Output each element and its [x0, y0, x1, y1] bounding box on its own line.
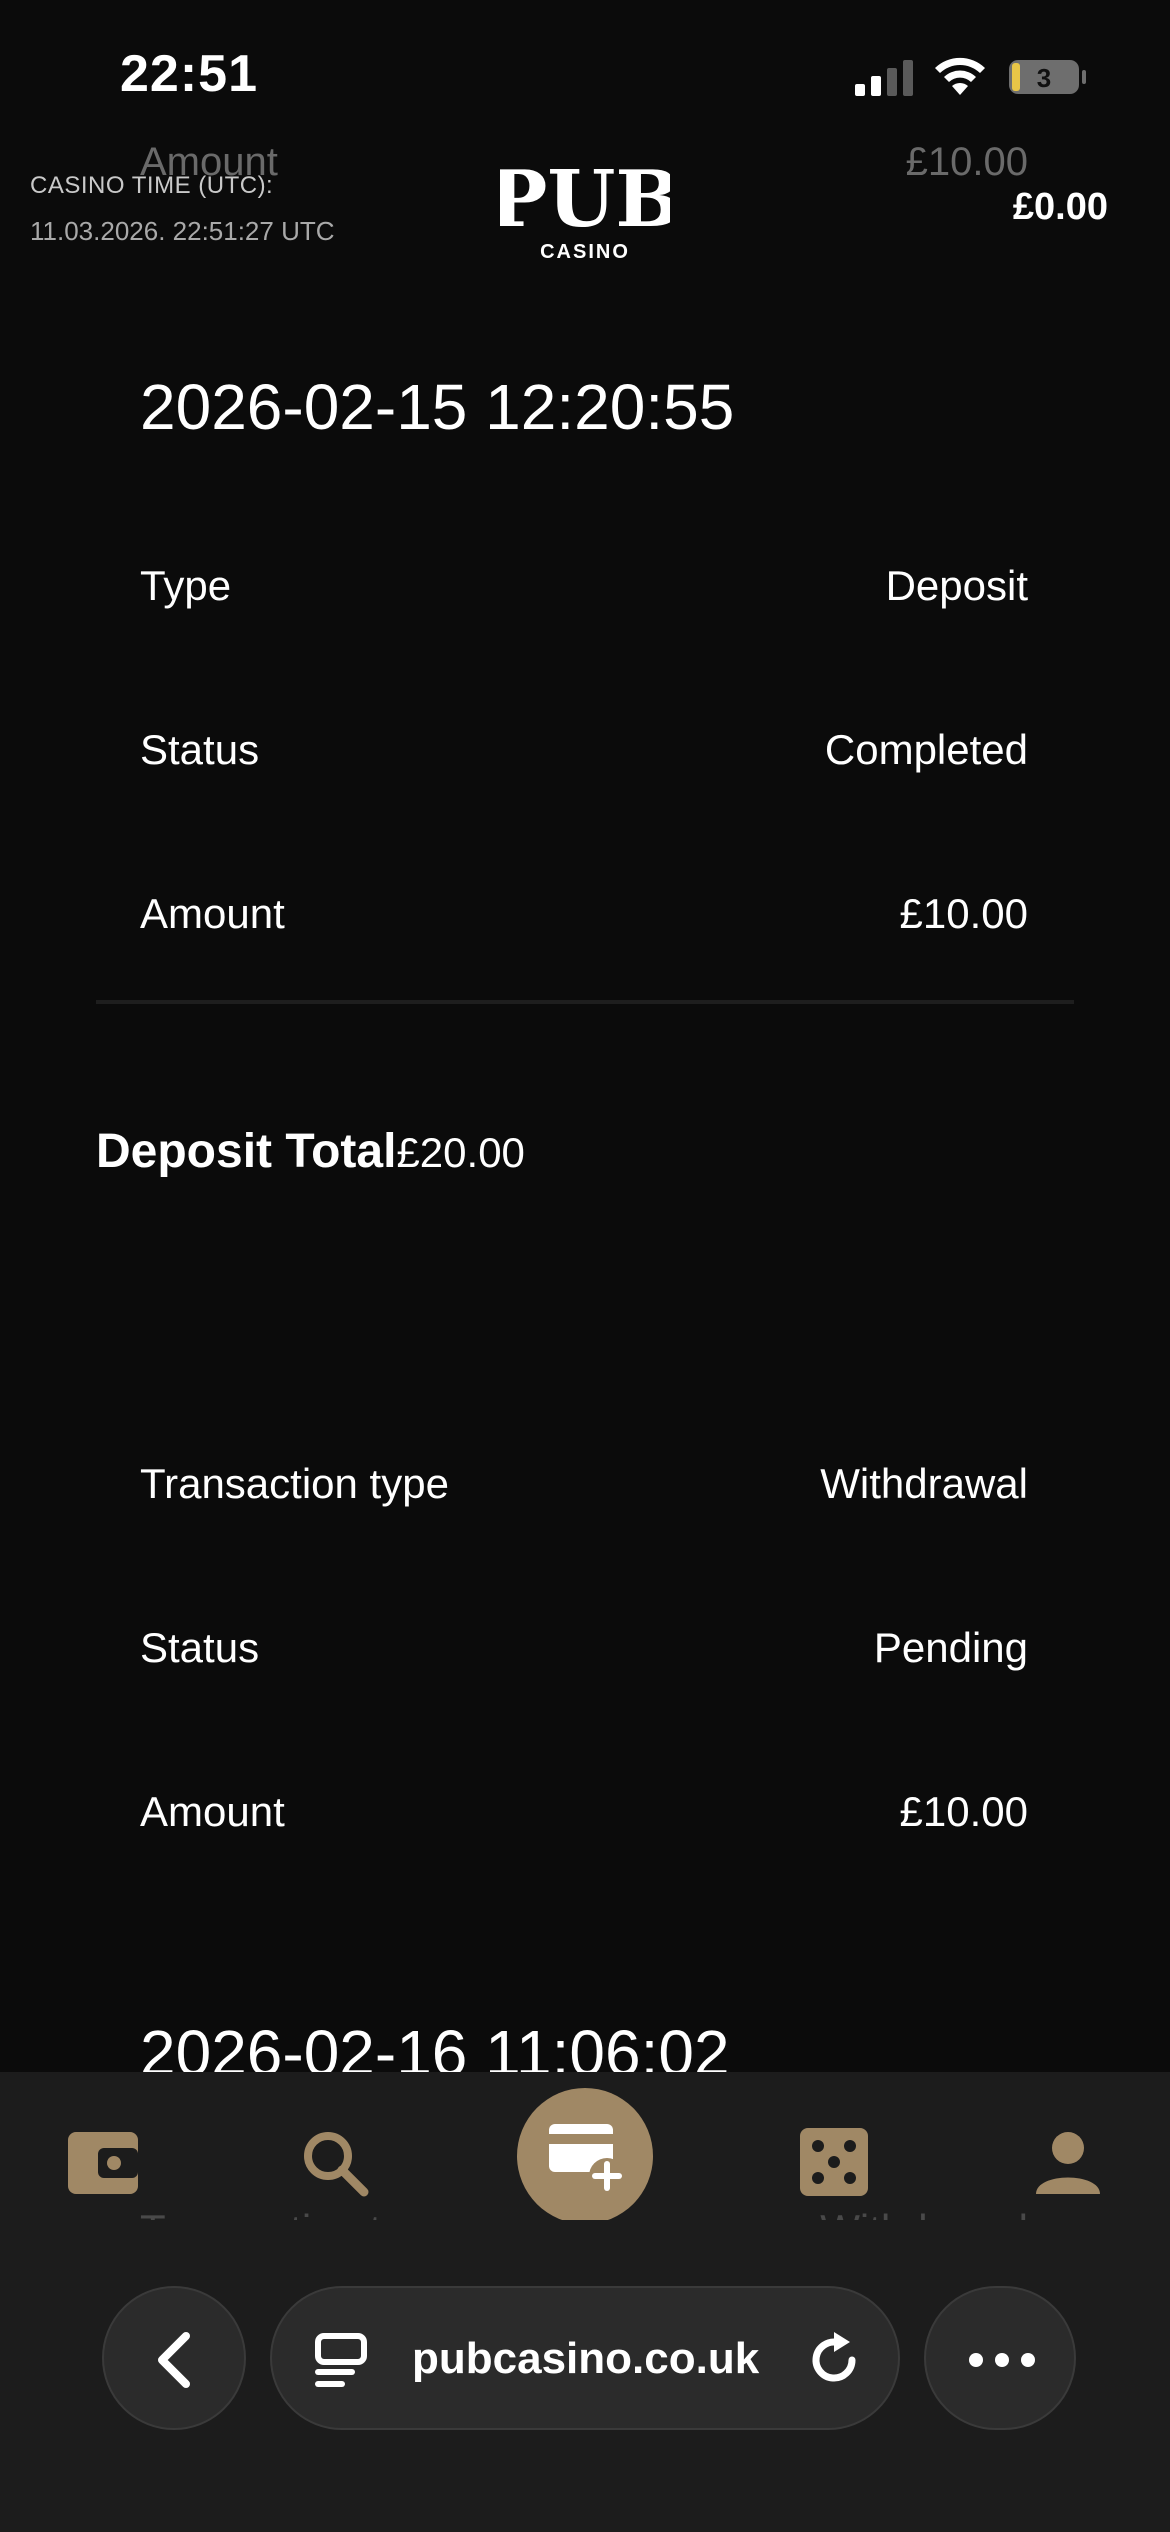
profile-icon[interactable] — [1028, 2122, 1108, 2202]
cellular-signal-icon — [855, 60, 913, 96]
withdrawal-row-amount: Amount £10.00 — [140, 1788, 1028, 1848]
logo-text: PUB — [500, 154, 670, 245]
transaction-row-amount: Amount £10.00 — [140, 890, 1028, 950]
page-menu-icon[interactable] — [312, 2330, 372, 2390]
row-label: Status — [140, 726, 260, 773]
section-divider — [96, 1000, 1074, 1004]
casino-time-value: 11.03.2026. 22:51:27 UTC — [30, 216, 335, 246]
search-icon[interactable] — [294, 2122, 374, 2202]
app-header: CASINO TIME (UTC): 11.03.2026. 22:51:27 … — [0, 140, 1170, 270]
wifi-icon — [935, 57, 985, 95]
transaction-row-status: Status Completed — [140, 726, 1028, 786]
row-label: Amount — [140, 890, 285, 937]
address-bar[interactable]: pubcasino.co.uk — [270, 2286, 900, 2430]
logo-subtext: CASINO — [540, 241, 630, 263]
deposit-card-icon — [549, 2124, 625, 2194]
transaction-date: 2026-02-15 12:20:55 — [140, 371, 735, 443]
row-value: Withdrawal — [820, 1460, 1028, 1507]
deposit-total-label: Deposit Total — [96, 1125, 397, 1178]
row-label: Amount — [140, 1788, 285, 1835]
pub-casino-logo[interactable]: PUB CASINO — [500, 154, 670, 264]
deposit-total: Deposit Total£20.00 — [96, 1124, 525, 1179]
reload-icon[interactable] — [802, 2328, 866, 2392]
deposit-button[interactable] — [517, 2088, 653, 2224]
row-value: Deposit — [885, 562, 1028, 609]
wallet-icon[interactable] — [62, 2122, 142, 2202]
row-label: Transaction type — [140, 1460, 449, 1507]
row-value: Pending — [873, 1624, 1028, 1671]
row-value: Completed — [824, 726, 1028, 773]
battery-icon: 3 — [1009, 60, 1086, 94]
url-text[interactable]: pubcasino.co.uk — [412, 2334, 759, 2384]
row-label: Status — [140, 1624, 260, 1671]
transaction-row-type: Type Deposit — [140, 562, 1028, 622]
back-button[interactable] — [102, 2286, 246, 2430]
row-value: £10.00 — [899, 1788, 1028, 1835]
casino-time-label: CASINO TIME (UTC): — [30, 172, 274, 199]
status-bar: 22:51 3 — [0, 0, 1170, 150]
row-value: £10.00 — [899, 890, 1028, 937]
browser-toolbar: pubcasino.co.uk — [0, 2220, 1170, 2532]
withdrawal-row-status: Status Pending — [140, 1624, 1028, 1684]
dice-icon[interactable] — [794, 2122, 874, 2202]
chevron-left-icon — [158, 2332, 190, 2388]
battery-level: 3 — [1037, 63, 1051, 93]
withdrawal-row-type: Transaction type Withdrawal — [140, 1460, 1028, 1520]
account-balance[interactable]: £0.00 — [1013, 186, 1108, 229]
row-label: Type — [140, 562, 232, 609]
more-options-button[interactable] — [924, 2286, 1076, 2430]
more-icon — [969, 2353, 1035, 2367]
status-time: 22:51 — [120, 45, 258, 103]
deposit-total-amount: £20.00 — [396, 1129, 525, 1176]
